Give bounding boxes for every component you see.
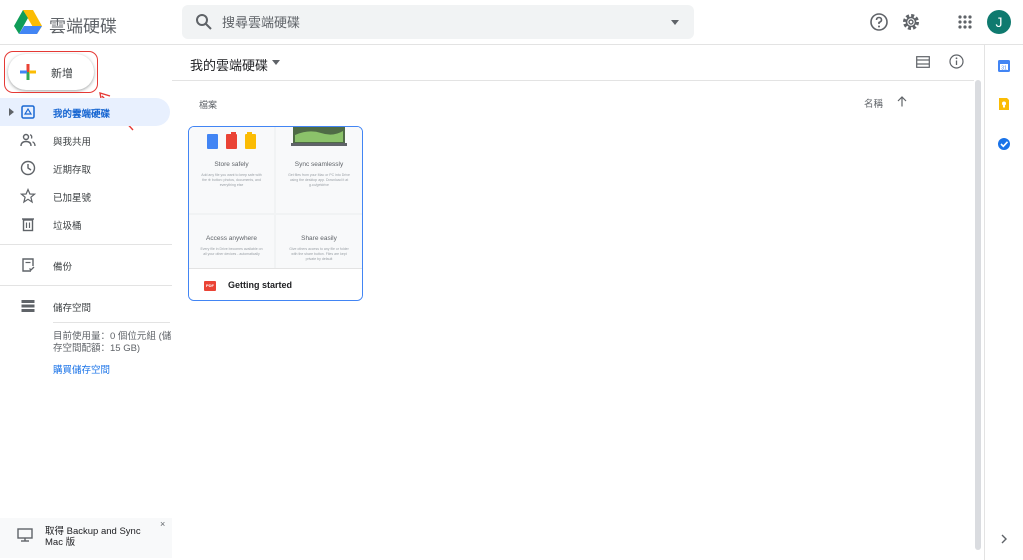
pdf-file-icon: PDF [204,281,216,291]
shared-people-icon [20,133,36,147]
help-icon[interactable] [868,11,890,33]
storage-usage-bar [53,322,170,323]
tile-title: Access anywhere [206,235,257,242]
app-title[interactable]: 雲端硬碟 [49,12,117,37]
tile-title: Sync seamlessly [294,161,344,168]
clock-icon [20,160,36,176]
apps-grid-icon[interactable] [954,11,976,33]
sort-by-name-button[interactable]: 名稱 [864,96,883,110]
thumbnail-tile: Access anywhere Every file in Drive beco… [189,215,274,268]
storage-usage-text: 目前使用量：0 個位元組 (儲 存空間配額：15 GB) [53,331,173,355]
tile-text: Every file in Drive becomes available on… [200,247,263,256]
svg-text:31: 31 [1001,65,1007,71]
tasks-icon[interactable] [997,137,1011,151]
sidebar-item-label: 儲存空間 [53,303,92,314]
side-panel: 31 [984,45,1023,560]
file-thumbnail: Store safely Add any file you want to ke… [189,127,362,268]
thumbnail-tile: Sync seamlessly Get files from your Mac … [276,127,362,213]
settings-gear-icon[interactable] [900,11,922,33]
thumbnail-tile: Store safely Add any file you want to ke… [189,127,274,213]
sidebar-item-label: 已加星號 [53,193,92,204]
backup-sync-label[interactable]: 取得 Backup and Sync Mac 版 [45,526,160,548]
sidebar-item-recent[interactable]: 近期存取 [0,154,170,182]
info-icon[interactable] [949,54,964,69]
storage-icon [21,300,35,312]
chevron-right-icon[interactable] [999,533,1009,545]
chevron-down-icon[interactable] [272,60,280,66]
sidebar-item-label: 備份 [53,262,73,273]
page-title[interactable]: 我的雲端硬碟 [190,55,268,74]
drive-logo-icon[interactable] [14,9,42,35]
list-view-icon[interactable] [916,56,930,68]
scrollbar-thumb[interactable] [975,80,981,550]
sidebar-item-my-drive[interactable]: 我的雲端硬碟 [0,98,170,126]
account-avatar[interactable]: J [987,10,1011,34]
sidebar-divider [0,244,172,245]
docs-icons [207,132,256,149]
sidebar-item-label: 近期存取 [53,165,92,176]
buy-storage-link[interactable]: 購買儲存空間 [53,362,110,376]
tile-title: Store safely [214,161,249,168]
backup-icon [22,258,35,272]
close-icon[interactable]: × [160,519,165,529]
star-icon [20,188,36,204]
calendar-icon[interactable]: 31 [997,59,1011,73]
main-divider [172,80,982,81]
keep-icon[interactable] [997,97,1011,111]
search-bar[interactable] [182,5,694,39]
tile-title: Share easily [301,235,337,242]
sidebar-item-storage[interactable]: 儲存空間 [0,292,170,320]
sidebar-item-backups[interactable]: 備份 [0,251,170,279]
file-card-footer[interactable]: PDF Getting started [189,268,362,300]
computer-icon [17,528,33,542]
sidebar-item-trash[interactable]: 垃圾桶 [0,210,170,238]
storage-usage-line: 存空間配額：15 GB) [53,343,141,354]
sidebar-divider [0,285,172,286]
tile-text: Give others access to any file or folder… [289,247,349,261]
sidebar-item-shared-with-me[interactable]: 與我共用 [0,126,170,154]
sidebar-item-label: 垃圾桶 [53,221,82,232]
search-options-dropdown-icon[interactable] [668,15,682,29]
sidebar-item-label: 我的雲端硬碟 [53,109,111,120]
expand-arrow-icon[interactable] [7,108,15,116]
sidebar-item-label: 與我共用 [53,137,92,148]
tile-text: Get files from your Mac or PC into Drive… [288,173,350,187]
search-icon[interactable] [195,13,213,31]
my-drive-icon [21,105,35,119]
sidebar-item-starred[interactable]: 已加星號 [0,182,170,210]
storage-usage-line: 目前使用量：0 個位元組 (儲 [53,331,172,342]
file-name[interactable]: Getting started [228,280,292,290]
search-input[interactable] [222,5,652,39]
thumbnail-tile: Share easily Give others access to any f… [276,215,362,268]
annotation-highlight-box [4,51,98,93]
trash-icon [22,218,34,232]
sort-ascending-arrow-icon[interactable] [897,96,907,107]
top-bar: 雲端硬碟 J [0,0,1023,45]
files-section-label: 檔案 [199,100,218,110]
laptop-illustration [291,127,347,146]
backup-sync-banner[interactable]: 取得 Backup and Sync Mac 版 × [0,518,172,558]
file-card[interactable]: Store safely Add any file you want to ke… [188,126,363,301]
tile-text: Add any file you want to keep safe with … [201,173,262,187]
